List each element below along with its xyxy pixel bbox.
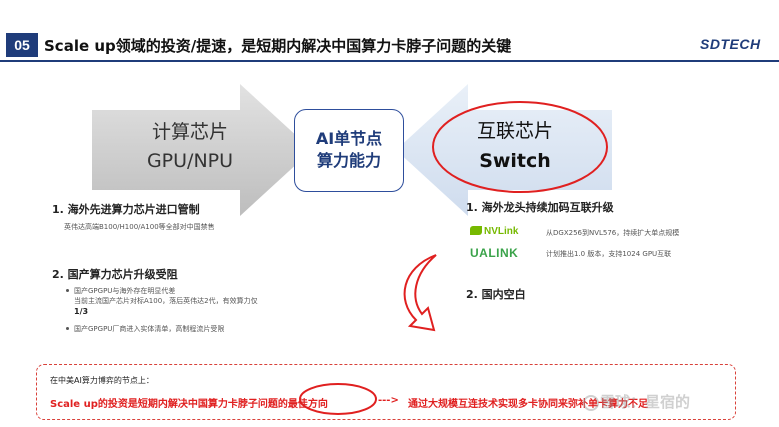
left-section-1-text: 英伟达高端B100/H100/A100等全部对中国禁售: [64, 223, 215, 231]
conclusion-intro: 在中美AI算力博弈的节点上：: [50, 376, 154, 385]
left-section-2-title: 2. 国产算力芯片升级受阻: [52, 268, 178, 281]
watermark-logo-icon: [583, 395, 599, 411]
left-section-2-bullet-1-cont: 当前主流国产芯片对标A100，落后英伟达2代，有效算力仅: [74, 297, 258, 305]
interconnect-chip-label-cn: 互联芯片: [476, 120, 553, 142]
nvlink-logo: NVLink: [470, 226, 518, 237]
right-section-2-title: 2. 国内空白: [466, 288, 526, 301]
interconnect-chip-label: 互联芯片 Switch: [450, 116, 580, 176]
watermark: 雪球：星宿的: [600, 393, 691, 411]
compute-chip-label: 计算芯片 GPU/NPU: [120, 118, 260, 176]
ai-node-capability-box: AI单节点 算力能力: [294, 109, 404, 192]
curved-red-arrow: [403, 254, 437, 332]
ualink-logo: UALINK: [470, 246, 519, 260]
interconnect-chip-label-en: Switch: [479, 150, 551, 172]
left-section-2-bullet-1: 国产GPGPU与海外存在明显代差: [74, 287, 176, 295]
left-section-2-bullet-1-value: 1/3: [74, 307, 89, 316]
compute-chip-label-cn: 计算芯片: [151, 121, 228, 143]
right-section-1-title: 1. 海外龙头持续加码互联升级: [466, 201, 614, 214]
center-label-line2: 算力能力: [316, 151, 381, 170]
center-label-line1: AI单节点: [315, 129, 383, 148]
conclusion-arrow: --->: [378, 395, 399, 406]
bullet-dot: [66, 327, 69, 330]
left-section-1-title: 1. 海外先进算力芯片进口管制: [52, 203, 200, 216]
nvlink-logo-text: NVLink: [484, 226, 519, 237]
ualink-description: 计划推出1.0 版本，支持1024 GPU互联: [546, 250, 672, 258]
compute-chip-label-en: GPU/NPU: [146, 150, 234, 172]
left-section-2-bullet-2: 国产GPGPU厂商进入实体清单，高制程流片受限: [74, 325, 225, 333]
nvidia-eye-icon: [470, 226, 482, 235]
bullet-dot: [66, 289, 69, 292]
conclusion-statement: Scale up的投资是短期内解决中国算力卡脖子问题的最佳方向: [50, 399, 328, 410]
nvlink-description: 从DGX256到NVL576，持续扩大单点规模: [546, 229, 680, 237]
